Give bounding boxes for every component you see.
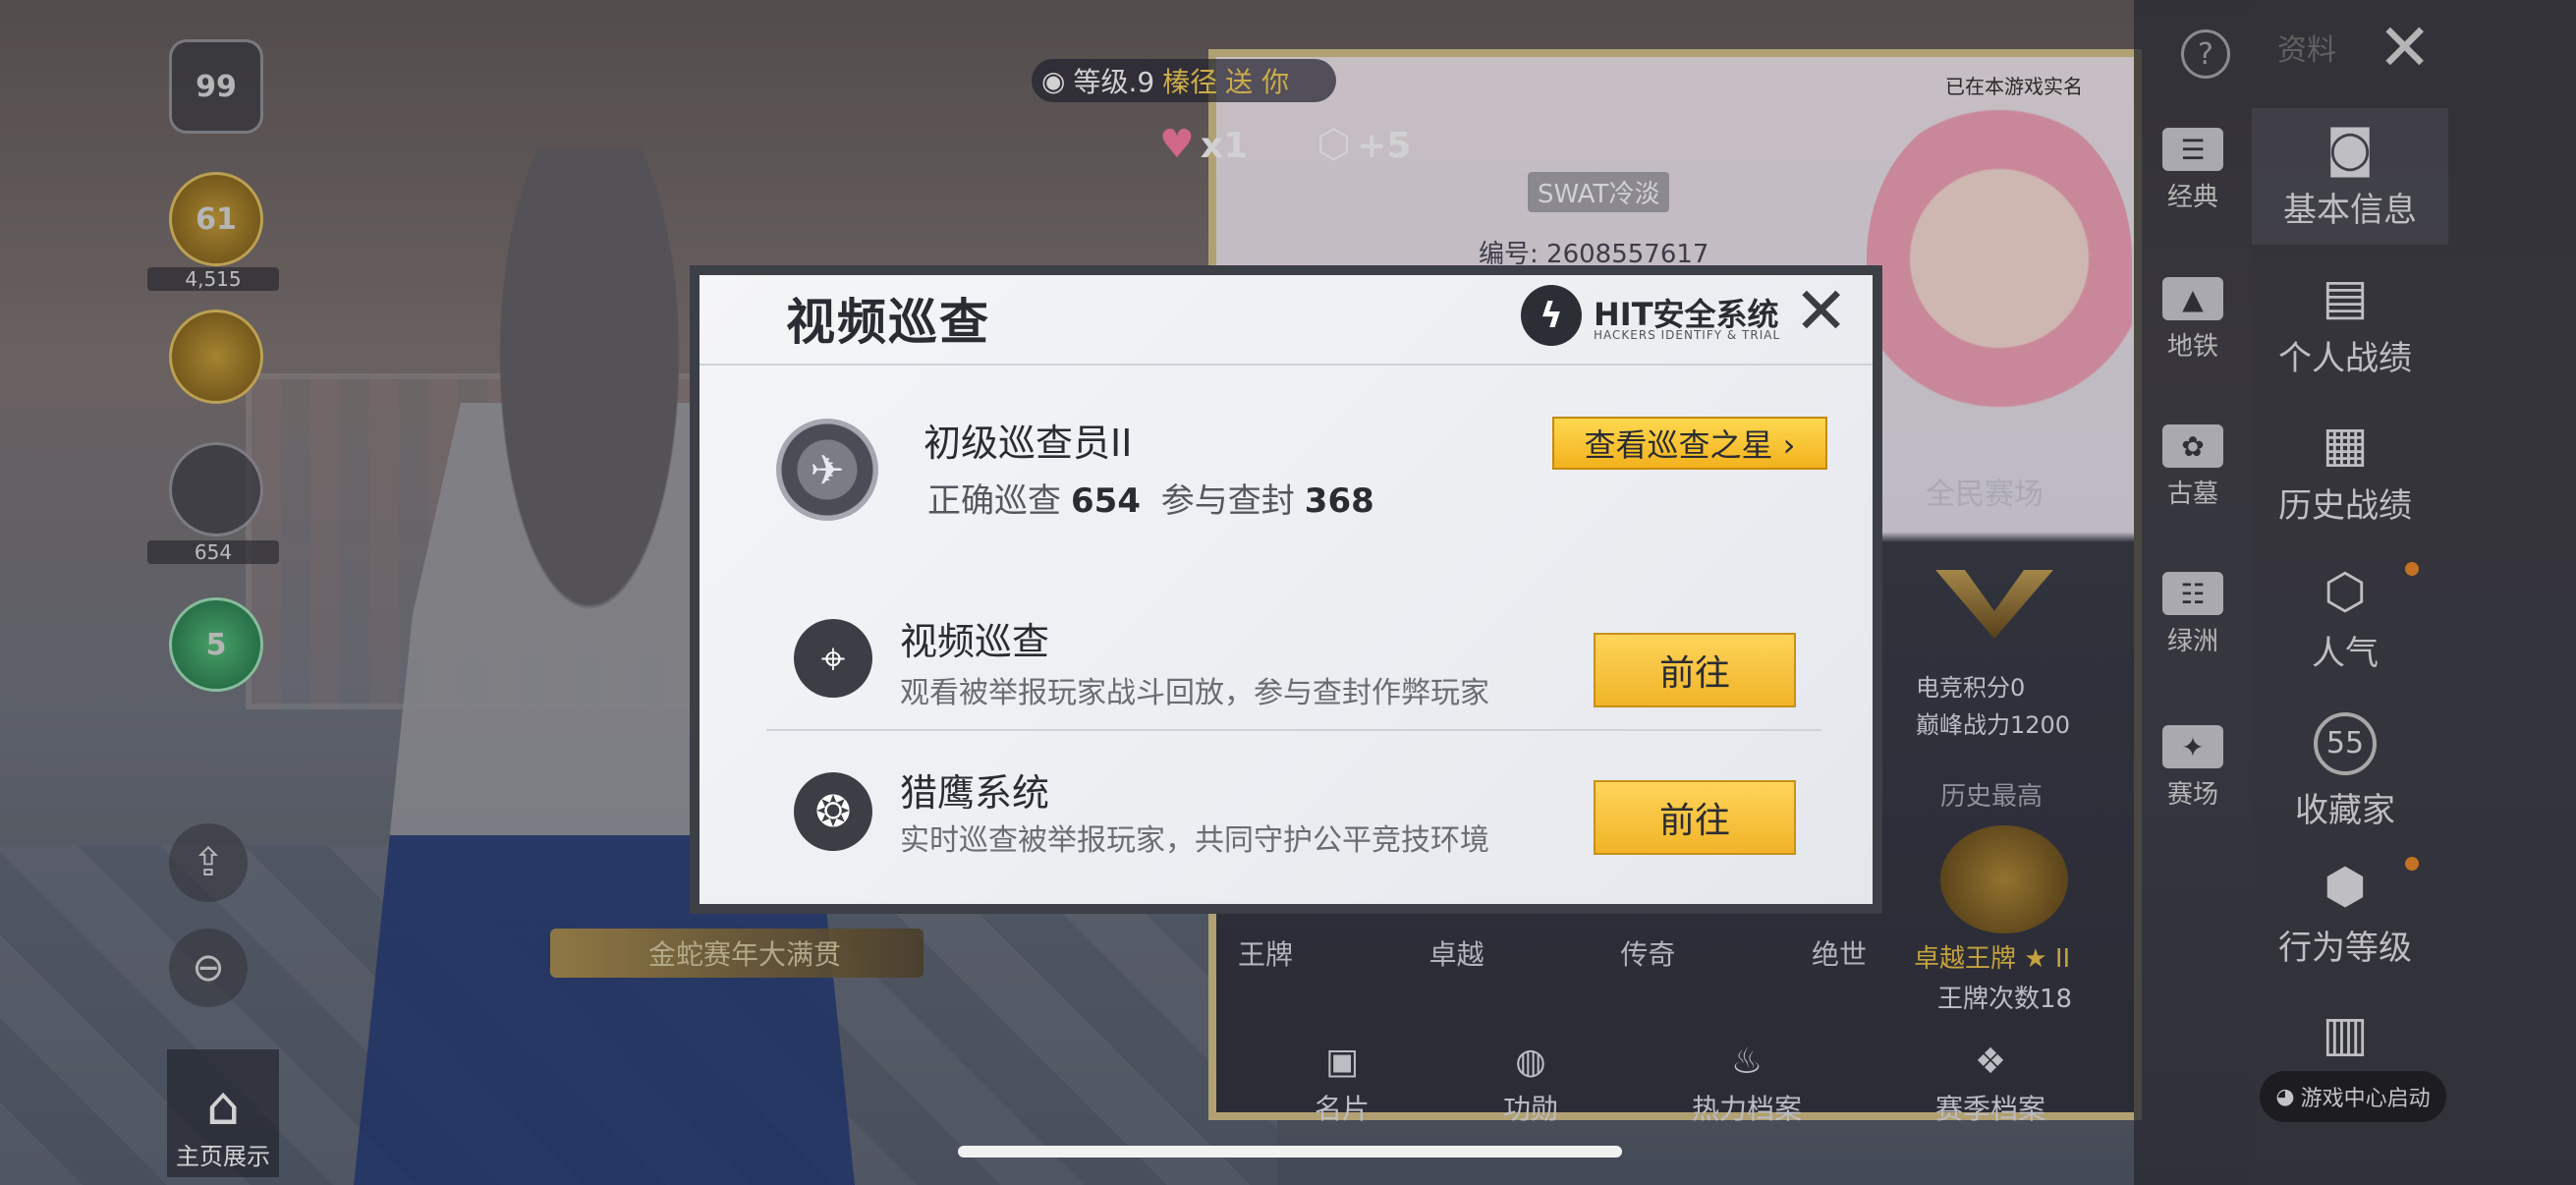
go-video-patrol-button[interactable]: 前往 — [1594, 633, 1796, 707]
go-falcon-system-button[interactable]: 前往 — [1594, 780, 1796, 855]
row-divider — [766, 729, 1821, 731]
inspector-rank-icon: ✈ — [776, 419, 878, 521]
divider — [700, 364, 1873, 366]
row-title: 视频巡查 — [900, 620, 1050, 663]
modal-title: 视频巡查 — [786, 294, 990, 351]
row-desc: 实时巡查被举报玩家，共同守护公平竞技环境 — [900, 823, 1489, 858]
falcon-icon: ❂ — [794, 772, 872, 851]
modal-close-icon[interactable]: ✕ — [1794, 277, 1848, 346]
row-title: 猎鹰系统 — [900, 771, 1050, 815]
home-indicator[interactable] — [958, 1146, 1622, 1157]
correct-count: 654 — [1071, 481, 1141, 521]
inspector-stats: 正确巡查 654 参与查封 368 — [927, 481, 1374, 521]
view-patrol-star-button[interactable]: 查看巡查之星 › — [1552, 417, 1827, 470]
crosshair-icon: ⌖ — [794, 619, 872, 698]
ban-count: 368 — [1304, 481, 1374, 521]
hit-logo-icon: ϟ — [1521, 285, 1582, 346]
row-desc: 观看被举报玩家战斗回放，参与查封作弊玩家 — [900, 676, 1489, 710]
inspector-rank-name: 初级巡查员II — [924, 422, 1133, 465]
hit-brand-sub: HACKERS IDENTIFY & TRIAL — [1594, 328, 1781, 342]
